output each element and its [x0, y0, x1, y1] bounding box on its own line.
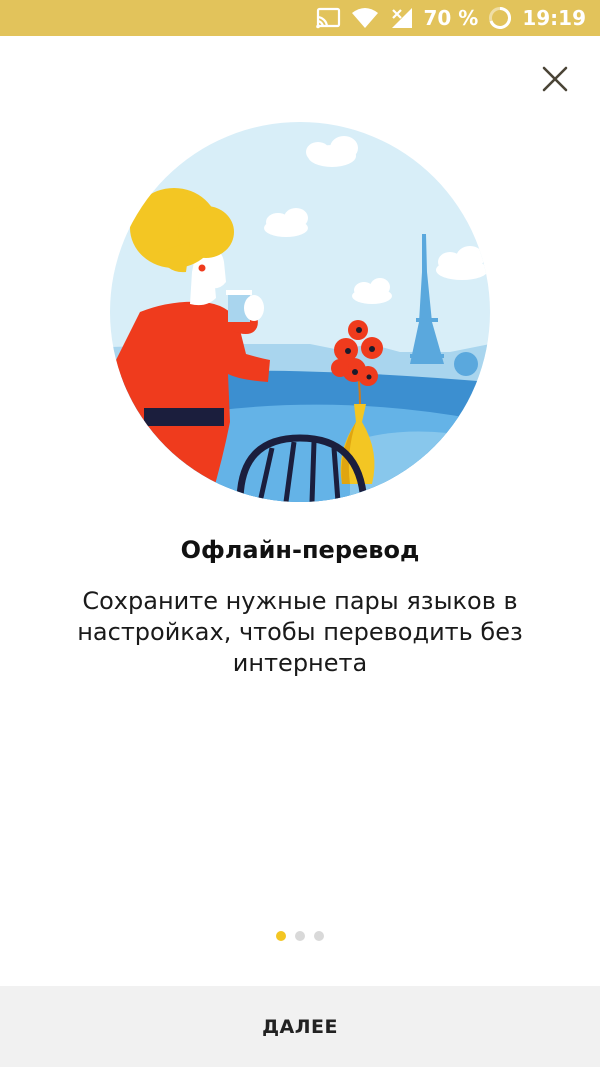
cast-icon: [315, 7, 341, 29]
next-button-label: ДАЛЕЕ: [262, 1015, 338, 1038]
status-icons: 70 % 19:19: [315, 0, 586, 36]
pager-dot-2[interactable]: [295, 931, 305, 941]
battery-percent: 70 %: [423, 6, 479, 30]
onboarding-illustration: [110, 122, 490, 502]
pager-dot-3[interactable]: [314, 931, 324, 941]
battery-circle-icon: [488, 6, 512, 30]
page-title: Офлайн-перевод: [180, 536, 420, 564]
wifi-icon: [351, 7, 379, 29]
status-bar: 70 % 19:19: [0, 0, 600, 36]
signal-no-data-icon: [389, 7, 413, 29]
pager-dot-1[interactable]: [276, 931, 286, 941]
close-icon: [542, 66, 568, 96]
pager-dots: [0, 930, 600, 942]
page-description: Сохраните нужные пары языков в настройка…: [77, 587, 523, 677]
clock: 19:19: [522, 6, 586, 30]
next-button[interactable]: ДАЛЕЕ: [0, 986, 600, 1067]
close-button[interactable]: [532, 58, 578, 104]
